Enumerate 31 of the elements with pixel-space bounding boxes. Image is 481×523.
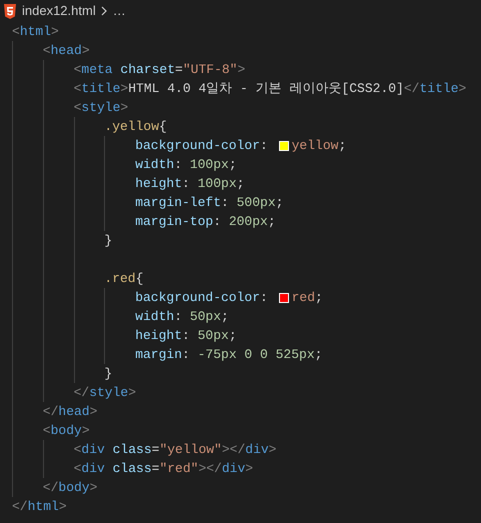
code-text: width: 100px; [135, 156, 237, 174]
html-file-icon [3, 4, 17, 18]
code-text: .red{ [104, 270, 144, 288]
code-text: } [104, 232, 112, 250]
code-text: margin-left: 500px; [135, 194, 284, 212]
code-text: margin-top: 200px; [135, 212, 276, 231]
code-text: background-color: [135, 288, 269, 307]
code-text: </style> [74, 384, 136, 402]
code-text: red; [292, 288, 323, 307]
code-text: </body> [42, 478, 98, 497]
breadcrumb-more[interactable]: … [112, 1, 126, 21]
code-text: margin: -75px 0 0 525px; [135, 346, 322, 364]
code-text: .yellow{ [104, 118, 167, 136]
code-text: yellow; [292, 136, 346, 155]
code-text: </html> [12, 498, 67, 516]
code-text: </head> [42, 402, 98, 421]
code-text: <div class="red"></div> [74, 460, 254, 478]
file-name[interactable]: index12.html [22, 1, 96, 21]
code-text: <body> [42, 422, 90, 440]
code-text: width: 50px; [135, 308, 229, 326]
code-text: height: 100px; [135, 174, 244, 193]
code-text: <title>HTML 4.0 4일차 - 기본 레이아웃[CSS2.0]</title> [74, 80, 466, 98]
code-text: <meta charset="UTF-8"> [74, 60, 246, 79]
code-text: <style> [74, 98, 128, 117]
chevron-right-icon [100, 6, 108, 16]
code-text: background-color: [135, 136, 269, 155]
code-text: <head> [42, 42, 90, 60]
code-text: } [104, 364, 112, 383]
code-text: <div class="yellow"></div> [74, 440, 276, 459]
code-text: <html> [12, 22, 59, 41]
code-text: height: 50px; [135, 326, 237, 345]
